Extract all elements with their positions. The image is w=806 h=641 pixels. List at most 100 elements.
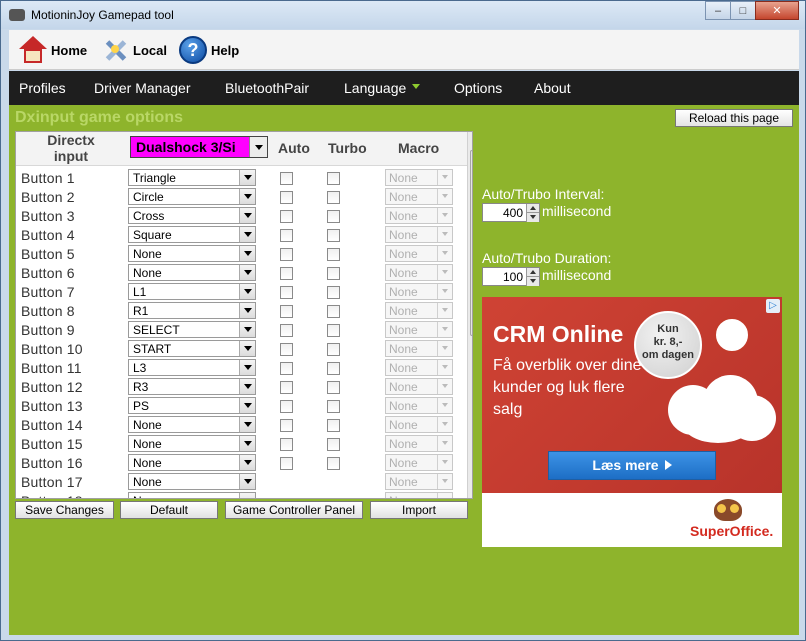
macro-select-value: None [389,190,418,204]
auto-checkbox[interactable] [280,286,293,299]
auto-checkbox[interactable] [280,381,293,394]
chevron-down-icon [239,284,255,299]
help-icon: ? [179,36,207,64]
menu-bluetoothpair[interactable]: BluetoothPair [225,80,309,96]
mapping-select[interactable]: Cross [128,207,256,224]
mapping-row: Button 16 None None [16,453,468,472]
default-button[interactable]: Default [120,501,218,519]
turbo-checkbox[interactable] [327,362,340,375]
spin-up-icon[interactable] [526,204,539,213]
auto-checkbox[interactable] [280,324,293,337]
device-select[interactable]: Dualshock 3/Si [130,136,268,158]
mapping-row: Button 10 START None [16,339,468,358]
mapping-select[interactable]: None [128,416,256,433]
home-button[interactable]: Home [19,34,87,66]
auto-checkbox[interactable] [280,172,293,185]
turbo-checkbox[interactable] [327,191,340,204]
auto-checkbox[interactable] [280,191,293,204]
auto-checkbox[interactable] [280,343,293,356]
game-controller-panel-button[interactable]: Game Controller Panel [225,501,363,519]
turbo-checkbox[interactable] [327,286,340,299]
chevron-down-icon [437,341,452,356]
ad-choices-icon[interactable]: ▷ [766,299,780,313]
menu-options[interactable]: Options [454,80,502,96]
menu-language[interactable]: Language [344,80,421,96]
mapping-row: Button 12 R3 None [16,377,468,396]
auto-checkbox[interactable] [280,362,293,375]
chevron-down-icon [437,189,452,204]
chevron-down-icon [239,303,255,318]
ad-footer: SuperOffice. [482,493,782,547]
ad-cta-button[interactable]: Læs mere [548,451,716,480]
vertical-scrollbar[interactable] [467,132,472,498]
menu-profiles[interactable]: Profiles [19,80,66,96]
mapping-select[interactable]: None [128,473,256,490]
auto-checkbox[interactable] [280,305,293,318]
minimize-button[interactable]: – [705,1,731,20]
mapping-select[interactable]: None [128,245,256,262]
local-button[interactable]: Local [101,34,167,66]
mapping-select-value: None [133,418,162,432]
macro-header: Macro [398,140,440,156]
turbo-checkbox[interactable] [327,343,340,356]
auto-checkbox[interactable] [280,210,293,223]
reload-button[interactable]: Reload this page [675,109,793,127]
mapping-select-value: None [133,475,162,489]
close-button[interactable]: ✕ [755,1,799,20]
turbo-checkbox[interactable] [327,400,340,413]
mapping-select[interactable]: None [128,454,256,471]
import-button[interactable]: Import [370,501,468,519]
scrollbar-thumb[interactable] [470,150,472,336]
mapping-select[interactable]: Triangle [128,169,256,186]
auto-checkbox[interactable] [280,438,293,451]
advertisement-banner[interactable]: ▷ CRM Online Få overblik over dine kunde… [482,297,782,547]
maximize-button[interactable]: □ [730,1,756,20]
button-label: Button 13 [21,398,83,414]
mapping-select[interactable]: START [128,340,256,357]
mapping-select[interactable]: L3 [128,359,256,376]
turbo-checkbox[interactable] [327,381,340,394]
mapping-select[interactable]: Circle [128,188,256,205]
menu-driver-manager[interactable]: Driver Manager [94,80,190,96]
spin-down-icon[interactable] [526,213,539,222]
help-button[interactable]: ? Help [179,34,239,66]
spin-down-icon[interactable] [526,277,539,286]
duration-spinner[interactable]: 100 [482,267,540,286]
interval-spinner[interactable]: 400 [482,203,540,222]
auto-checkbox[interactable] [280,419,293,432]
turbo-checkbox[interactable] [327,324,340,337]
macro-select-value: None [389,494,418,498]
mapping-row: Button 1 Triangle None [16,168,468,187]
turbo-checkbox[interactable] [327,248,340,261]
auto-checkbox[interactable] [280,267,293,280]
turbo-checkbox[interactable] [327,210,340,223]
auto-checkbox[interactable] [280,229,293,242]
turbo-checkbox[interactable] [327,172,340,185]
macro-select-value: None [389,285,418,299]
menu-about[interactable]: About [534,80,571,96]
mapping-select[interactable]: None [128,264,256,281]
mapping-select[interactable]: None [128,435,256,452]
mapping-select[interactable]: R3 [128,378,256,395]
mapping-select[interactable]: PS [128,397,256,414]
spin-up-icon[interactable] [526,268,539,277]
turbo-checkbox[interactable] [327,229,340,242]
turbo-checkbox[interactable] [327,305,340,318]
turbo-checkbox[interactable] [327,267,340,280]
mapping-select-value: None [133,247,162,261]
button-label: Button 2 [21,189,75,205]
mapping-select-value: L1 [133,285,147,299]
mapping-select[interactable]: None [128,492,256,498]
mapping-select[interactable]: L1 [128,283,256,300]
auto-checkbox[interactable] [280,248,293,261]
save-changes-button[interactable]: Save Changes [15,501,114,519]
auto-checkbox[interactable] [280,457,293,470]
local-icon [101,36,129,64]
turbo-checkbox[interactable] [327,438,340,451]
mapping-select[interactable]: Square [128,226,256,243]
mapping-select[interactable]: SELECT [128,321,256,338]
mapping-select[interactable]: R1 [128,302,256,319]
turbo-checkbox[interactable] [327,419,340,432]
auto-checkbox[interactable] [280,400,293,413]
turbo-checkbox[interactable] [327,457,340,470]
